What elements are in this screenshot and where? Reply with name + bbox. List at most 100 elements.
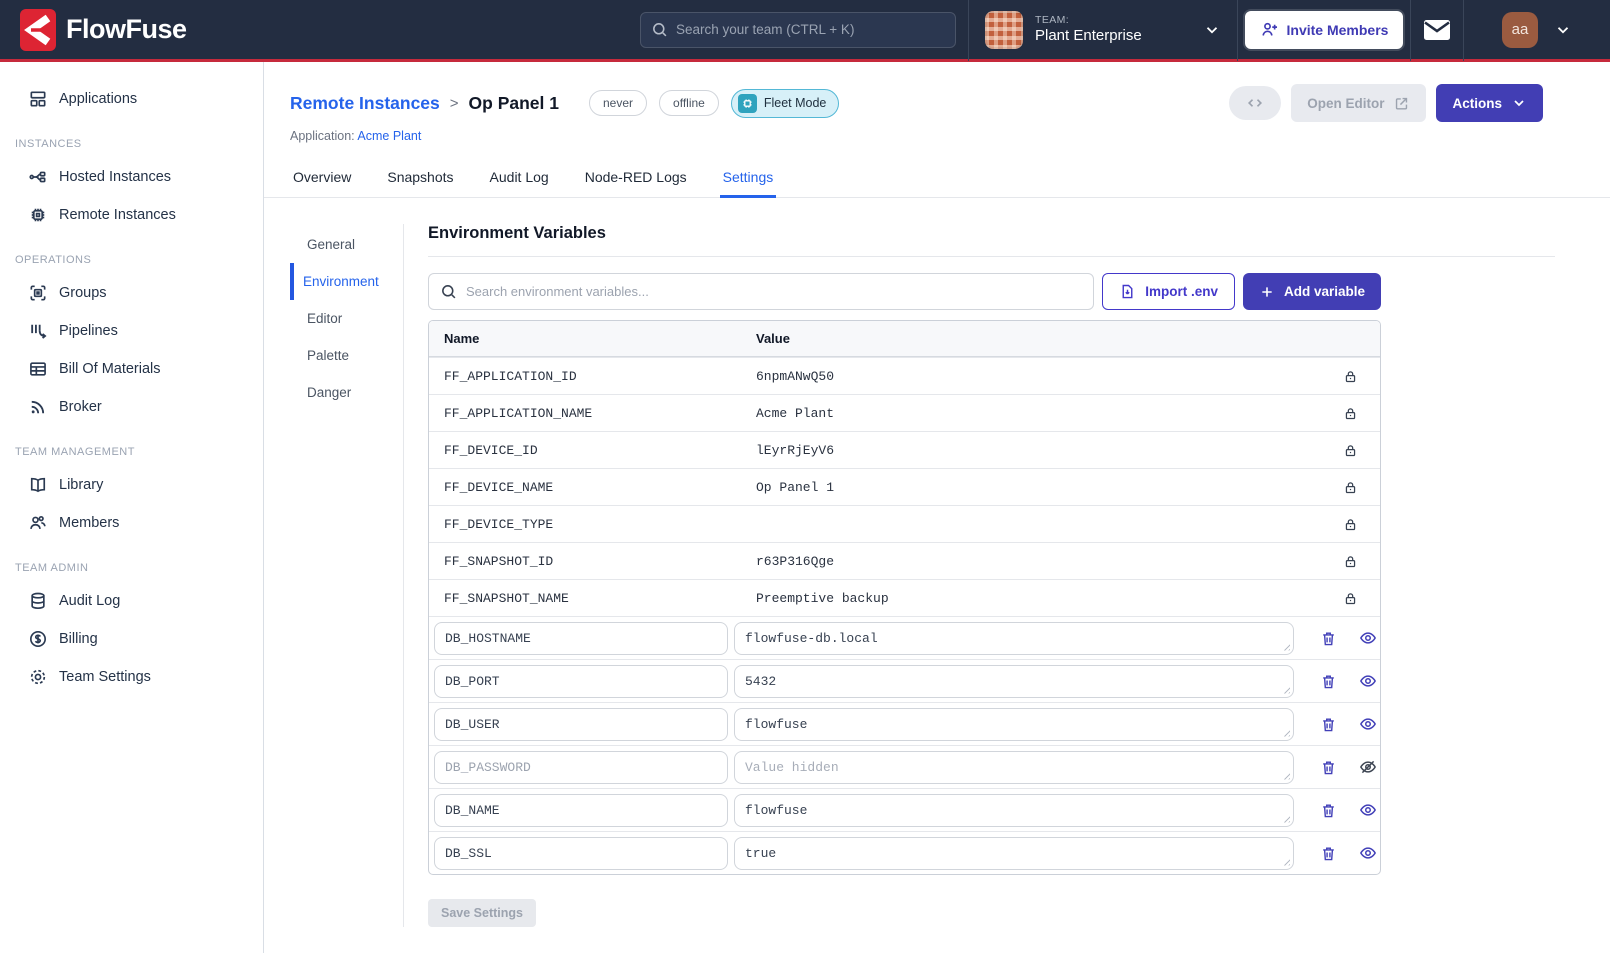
eye-icon[interactable] bbox=[1359, 801, 1377, 819]
table-row: FF_SNAPSHOT_NAME Preemptive backup bbox=[429, 579, 1380, 616]
sidebar-item-broker[interactable]: Broker bbox=[0, 388, 263, 426]
team-search-input[interactable] bbox=[676, 22, 945, 37]
plus-icon bbox=[1259, 284, 1275, 300]
invite-members-button[interactable]: Invite Members bbox=[1245, 11, 1404, 49]
delete-variable-button[interactable] bbox=[1320, 716, 1337, 733]
env-variables-table: Name Value FF_APPLICATION_ID 6npmANwQ50 bbox=[428, 320, 1381, 875]
var-value-input[interactable] bbox=[735, 752, 1293, 783]
var-value-input[interactable] bbox=[735, 666, 1293, 697]
sidebar-item-groups[interactable]: Groups bbox=[0, 274, 263, 312]
table-row-editable bbox=[429, 702, 1380, 745]
delete-variable-button[interactable] bbox=[1320, 802, 1337, 819]
subnav-palette[interactable]: Palette bbox=[290, 337, 403, 374]
env-search[interactable] bbox=[428, 273, 1094, 310]
var-name-input[interactable] bbox=[434, 708, 728, 741]
lock-icon bbox=[1320, 443, 1380, 458]
sidebar-item-bill-of-materials[interactable]: Bill Of Materials bbox=[0, 350, 263, 388]
var-value-input[interactable] bbox=[735, 709, 1293, 740]
chevron-down-icon bbox=[1511, 95, 1527, 111]
sidebar-item-pipelines[interactable]: Pipelines bbox=[0, 312, 263, 350]
sidebar-item-billing[interactable]: Billing bbox=[0, 620, 263, 658]
var-name: FF_DEVICE_NAME bbox=[444, 480, 756, 495]
tab-node-red-logs[interactable]: Node-RED Logs bbox=[582, 159, 690, 198]
import-env-label: Import .env bbox=[1145, 284, 1218, 299]
sidebar-item-audit-log[interactable]: Audit Log bbox=[0, 582, 263, 620]
save-settings-button[interactable]: Save Settings bbox=[428, 899, 536, 927]
var-name-input[interactable] bbox=[434, 665, 728, 698]
sidebar-item-label: Remote Instances bbox=[59, 207, 176, 223]
delete-variable-button[interactable] bbox=[1320, 759, 1337, 776]
var-value-input[interactable] bbox=[735, 795, 1293, 826]
table-row-editable bbox=[429, 831, 1380, 874]
document-download-icon bbox=[1119, 283, 1136, 300]
application-link[interactable]: Acme Plant bbox=[357, 129, 421, 143]
tab-snapshots[interactable]: Snapshots bbox=[384, 159, 456, 198]
delete-variable-button[interactable] bbox=[1320, 630, 1337, 647]
flowfuse-brand[interactable]: FlowFuse bbox=[20, 9, 187, 51]
sidebar-item-members[interactable]: Members bbox=[0, 504, 263, 542]
chevron-down-icon bbox=[1554, 21, 1572, 39]
breadcrumb-remote-instances[interactable]: Remote Instances bbox=[290, 93, 440, 114]
import-env-button[interactable]: Import .env bbox=[1102, 273, 1235, 310]
eye-icon[interactable] bbox=[1359, 629, 1377, 647]
chevron-down-icon bbox=[1203, 21, 1221, 39]
var-value-input[interactable] bbox=[735, 623, 1293, 654]
table-header: Name Value bbox=[429, 321, 1380, 357]
instance-tabs: Overview Snapshots Audit Log Node-RED Lo… bbox=[264, 159, 1610, 198]
sidebar-item-applications[interactable]: Applications bbox=[0, 80, 263, 118]
sidebar-item-label: Audit Log bbox=[59, 593, 120, 609]
team-selector[interactable]: TEAM: Plant Enterprise bbox=[969, 0, 1237, 59]
eye-icon[interactable] bbox=[1359, 672, 1377, 690]
var-name-input[interactable] bbox=[434, 751, 728, 784]
env-search-input[interactable] bbox=[466, 284, 1082, 299]
actions-button[interactable]: Actions bbox=[1436, 84, 1543, 122]
broker-icon bbox=[28, 397, 48, 417]
sidebar-item-library[interactable]: Library bbox=[0, 466, 263, 504]
search-icon bbox=[440, 283, 457, 300]
table-row: FF_DEVICE_ID lEyrRjEyV6 bbox=[429, 431, 1380, 468]
environment-section: Environment Variables bbox=[428, 224, 1555, 927]
notifications-button[interactable] bbox=[1423, 19, 1451, 41]
lock-icon bbox=[1320, 554, 1380, 569]
application-label: Application: bbox=[290, 129, 355, 143]
team-search[interactable] bbox=[640, 12, 956, 48]
sidebar-section-instances: INSTANCES bbox=[0, 118, 263, 158]
var-value: Op Panel 1 bbox=[756, 480, 1320, 495]
developer-mode-toggle[interactable] bbox=[1229, 86, 1281, 120]
eye-icon[interactable] bbox=[1359, 844, 1377, 862]
sidebar-item-remote-instances[interactable]: Remote Instances bbox=[0, 196, 263, 234]
sidebar-item-label: Bill Of Materials bbox=[59, 361, 161, 377]
tab-overview[interactable]: Overview bbox=[290, 159, 354, 198]
open-editor-label: Open Editor bbox=[1307, 96, 1384, 111]
user-avatar: aa bbox=[1502, 12, 1538, 48]
sidebar-item-label: Team Settings bbox=[59, 669, 151, 685]
var-name-input[interactable] bbox=[434, 837, 728, 870]
team-settings-icon bbox=[28, 667, 48, 687]
sidebar-item-team-settings[interactable]: Team Settings bbox=[0, 658, 263, 696]
table-row: FF_DEVICE_NAME Op Panel 1 bbox=[429, 468, 1380, 505]
delete-variable-button[interactable] bbox=[1320, 673, 1337, 690]
sidebar-item-hosted-instances[interactable]: Hosted Instances bbox=[0, 158, 263, 196]
var-name: FF_APPLICATION_NAME bbox=[444, 406, 756, 421]
eye-off-icon[interactable] bbox=[1359, 758, 1377, 776]
team-label: TEAM: bbox=[1035, 14, 1191, 27]
eye-icon[interactable] bbox=[1359, 715, 1377, 733]
table-row-editable bbox=[429, 616, 1380, 659]
var-value-input[interactable] bbox=[735, 838, 1293, 869]
var-name: FF_DEVICE_TYPE bbox=[444, 517, 756, 532]
var-name-input[interactable] bbox=[434, 794, 728, 827]
subnav-editor[interactable]: Editor bbox=[290, 300, 403, 337]
team-name: Plant Enterprise bbox=[1035, 27, 1191, 46]
user-menu[interactable]: aa bbox=[1464, 12, 1610, 48]
var-name-input[interactable] bbox=[434, 622, 728, 655]
add-variable-button[interactable]: Add variable bbox=[1243, 273, 1381, 310]
tab-settings[interactable]: Settings bbox=[720, 159, 777, 198]
lock-icon bbox=[1320, 369, 1380, 384]
subnav-environment[interactable]: Environment bbox=[290, 263, 403, 300]
open-editor-button[interactable]: Open Editor bbox=[1291, 84, 1426, 122]
status-badge: offline bbox=[659, 90, 719, 116]
subnav-general[interactable]: General bbox=[290, 226, 403, 263]
tab-audit-log[interactable]: Audit Log bbox=[487, 159, 552, 198]
subnav-danger[interactable]: Danger bbox=[290, 374, 403, 411]
delete-variable-button[interactable] bbox=[1320, 845, 1337, 862]
